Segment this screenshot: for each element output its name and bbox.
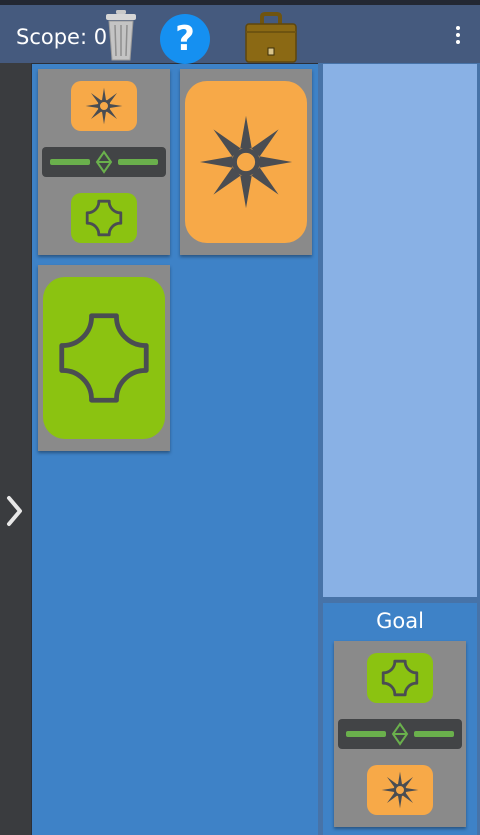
chevron-right-icon[interactable]	[4, 493, 26, 529]
game-board[interactable]	[32, 64, 318, 835]
menu-dot-icon	[456, 40, 460, 44]
scope-counter: Scope: 0	[16, 25, 108, 49]
composite-card[interactable]	[38, 69, 170, 255]
sun-burst-icon	[381, 771, 419, 809]
goal-title: Goal	[376, 609, 424, 633]
menu-dot-icon	[456, 26, 460, 30]
star-card[interactable]	[38, 265, 170, 451]
goal-card	[334, 641, 466, 827]
diamond-link-icon	[42, 147, 166, 177]
four-point-star-icon	[381, 659, 419, 697]
inventory-area[interactable]	[323, 64, 477, 597]
trash-can-icon[interactable]	[104, 8, 138, 62]
goal-star-tile	[367, 653, 433, 703]
side-drawer[interactable]	[0, 63, 31, 835]
star-tile-large[interactable]	[43, 277, 165, 439]
goal-sun-tile	[367, 765, 433, 815]
briefcase-icon[interactable]	[245, 10, 297, 63]
four-point-star-icon	[85, 199, 123, 237]
help-button[interactable]: ?	[160, 14, 210, 64]
four-point-star-icon	[59, 313, 149, 403]
sun-burst-icon	[199, 115, 293, 209]
sun-burst-icon	[85, 87, 123, 125]
top-toolbar: Scope: 0 ?	[0, 5, 480, 64]
sun-card[interactable]	[180, 69, 312, 255]
sun-tile[interactable]	[71, 81, 137, 131]
star-tile[interactable]	[71, 193, 137, 243]
sun-tile-large[interactable]	[185, 81, 307, 243]
diamond-link-icon	[338, 719, 462, 749]
more-options-button[interactable]	[448, 23, 468, 55]
goal-panel: Goal	[323, 603, 477, 835]
menu-dot-icon	[456, 33, 460, 37]
